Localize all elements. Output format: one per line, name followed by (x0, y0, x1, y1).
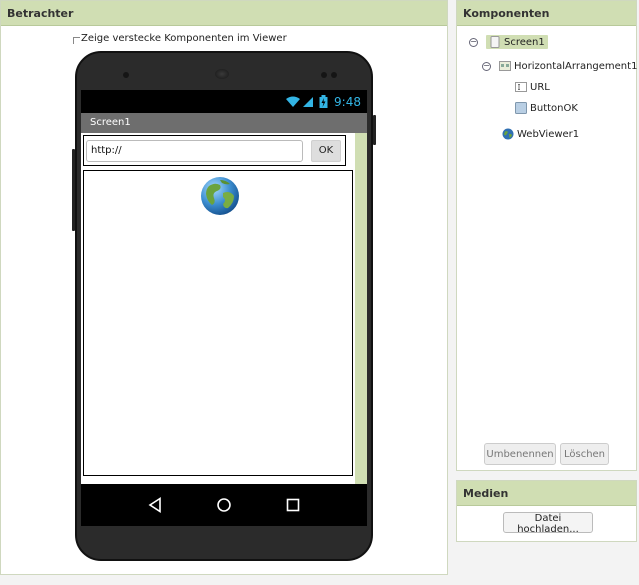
sensor-icon (321, 72, 327, 78)
phone-top-bezel (77, 53, 371, 89)
speaker-grille-icon (215, 69, 229, 79)
screen-scrollbar[interactable] (355, 133, 367, 484)
tree-item-label: ButtonOK (530, 102, 578, 114)
tree-item-buttonok[interactable]: ButtonOK (515, 99, 578, 117)
delete-button[interactable]: Löschen (560, 443, 609, 465)
tree-item-webviewer1[interactable]: WebViewer1 (502, 125, 579, 143)
button-icon (515, 102, 527, 114)
components-header: Komponenten (457, 1, 636, 26)
front-camera-icon (123, 72, 129, 78)
checkbox-icon[interactable] (73, 36, 80, 44)
media-panel: Medien Datei hochladen... (456, 480, 637, 542)
show-hidden-components-label: Zeige verstecke Komponenten im Viewer (81, 33, 287, 44)
webviewer-globe-icon (502, 128, 514, 140)
upload-file-button[interactable]: Datei hochladen... (503, 512, 593, 535)
tree-item-label: WebViewer1 (517, 128, 580, 140)
tree-item-url[interactable]: URL (515, 78, 550, 96)
battery-icon (319, 95, 328, 108)
tree-item-screen1[interactable]: − Screen1 (469, 33, 548, 51)
phone-preview: 9:48 Screen1 OK (72, 51, 376, 561)
tree-item-label: URL (530, 81, 550, 93)
android-nav-bar (81, 484, 367, 526)
collapse-icon[interactable]: − (469, 37, 478, 47)
status-bar: 9:48 (81, 90, 367, 113)
viewer-panel: Betrachter Zeige verstecke Komponenten i… (0, 0, 448, 575)
screen-icon (490, 36, 500, 48)
tree-item-label: Screen1 (504, 36, 545, 48)
horizontal-arrangement-icon (499, 61, 511, 71)
home-icon[interactable] (214, 495, 234, 515)
textbox-icon (515, 82, 527, 92)
sensor-icon (331, 72, 337, 78)
phone-screen: 9:48 Screen1 OK (81, 90, 367, 526)
phone-side-button-right (373, 115, 376, 145)
webviewer[interactable] (83, 170, 353, 476)
rename-button[interactable]: Umbenennen (484, 443, 556, 465)
globe-icon (201, 177, 239, 215)
media-header: Medien (457, 481, 636, 506)
recent-apps-icon[interactable] (283, 495, 303, 515)
screen-content: OK (81, 133, 367, 484)
phone-side-button-left (72, 149, 75, 231)
ok-button[interactable]: OK (311, 139, 341, 162)
tree-item-label: HorizontalArrangement1 (514, 60, 638, 72)
status-time: 9:48 (334, 94, 361, 109)
url-input[interactable] (86, 139, 303, 162)
signal-icon (303, 96, 314, 107)
tree-item-horizontalarrangement1[interactable]: − HorizontalArrangement1 (482, 57, 637, 75)
tree-item-selected[interactable]: Screen1 (486, 35, 548, 49)
screen-title-bar: Screen1 (81, 113, 367, 133)
wifi-icon (286, 96, 301, 107)
back-icon[interactable] (145, 495, 165, 515)
horizontal-arrangement[interactable]: OK (83, 135, 346, 166)
collapse-icon[interactable]: − (482, 61, 491, 71)
viewer-header: Betrachter (1, 1, 447, 26)
components-panel: Komponenten − Screen1 − HorizontalArrang… (456, 0, 637, 471)
show-hidden-components-toggle[interactable]: Zeige verstecke Komponenten im Viewer (73, 33, 287, 44)
